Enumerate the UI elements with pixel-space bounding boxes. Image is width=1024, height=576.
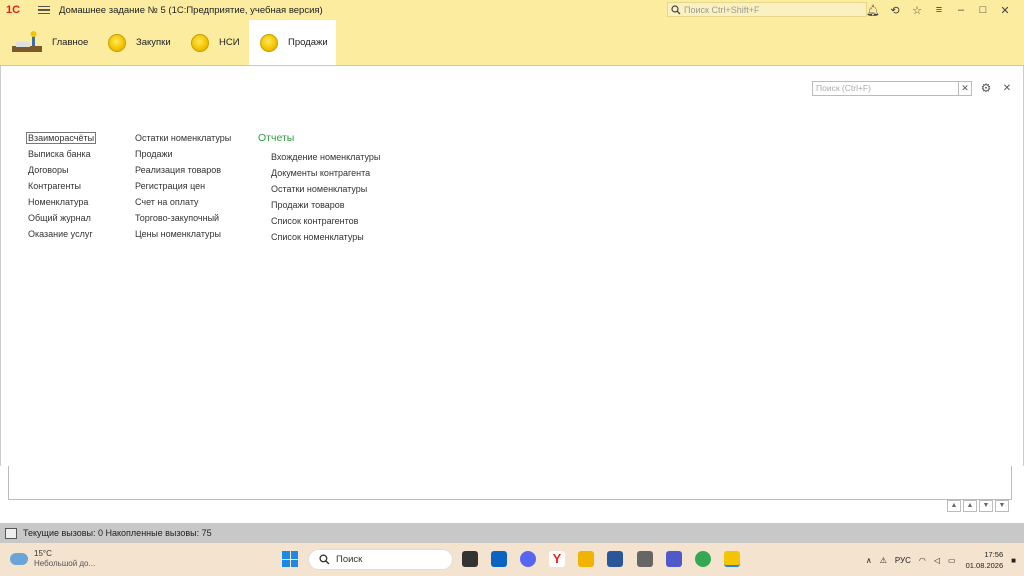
history-icon[interactable]: ⟲ [884, 0, 906, 20]
report-nomenclature-list[interactable]: Список номенклатуры [271, 232, 364, 242]
global-search-placeholder: Поиск Ctrl+Shift+F [684, 4, 760, 15]
messages-area [8, 466, 1012, 500]
volume-icon[interactable]: ◁ [934, 556, 940, 565]
panel-search-input[interactable]: Поиск (Ctrl+F) [812, 81, 959, 96]
word-icon[interactable] [607, 551, 623, 567]
section-nsi[interactable]: НСИ [191, 20, 240, 65]
section-main-label: Главное [52, 37, 89, 48]
link-bank-statement[interactable]: Выписка банка [28, 149, 91, 159]
taskbar-search[interactable]: Поиск [308, 549, 453, 570]
star-icon[interactable]: ☆ [906, 0, 928, 20]
weather-desc: Небольшой до... [34, 559, 96, 568]
yandex-icon[interactable]: Y [549, 551, 565, 567]
panel-close-icon[interactable]: ✕ [1001, 81, 1013, 96]
1c-taskbar-icon[interactable] [724, 551, 740, 567]
link-mutual-settlements[interactable]: Взаиморасчёты [25, 132, 97, 144]
report-stock-balance[interactable]: Остатки номенклатуры [271, 184, 367, 194]
section-nsi-icon [191, 33, 209, 52]
discord-icon[interactable] [520, 551, 536, 567]
first-up-icon[interactable]: ▲ [947, 500, 961, 512]
taskbar-search-label: Поиск [336, 554, 363, 565]
clock-time: 17:56 [984, 550, 1004, 559]
link-sales[interactable]: Продажи [135, 149, 173, 159]
monitor-icon [5, 527, 17, 539]
weather-temp: 15°C [34, 549, 52, 558]
gear-icon[interactable]: ⚙ [979, 81, 993, 96]
window-title: Домашнее задание № 5 (1С:Предприятие, уч… [59, 4, 323, 16]
bell-icon[interactable]: 🔔︎ [862, 0, 884, 20]
notifications-icon[interactable]: ■ [1011, 556, 1016, 565]
section-panel: Главное Закупки НСИ Продажи [0, 20, 1024, 66]
down-icon[interactable]: ▼ [979, 500, 993, 512]
last-down-icon[interactable]: ▼ [995, 500, 1009, 512]
report-counterparty-docs[interactable]: Документы контрагента [271, 168, 370, 178]
global-search-input[interactable]: Поиск Ctrl+Shift+F [667, 2, 867, 17]
start-icon[interactable] [282, 551, 298, 567]
teams-icon[interactable] [666, 551, 682, 567]
close-icon[interactable]: ✕ [994, 0, 1016, 20]
link-counterparties[interactable]: Контрагенты [28, 181, 81, 191]
link-contracts[interactable]: Договоры [28, 165, 68, 175]
section-purchases[interactable]: Закупки [108, 20, 171, 65]
chrome-icon[interactable] [695, 551, 711, 567]
desk-icon [12, 30, 42, 52]
filter-icon[interactable]: ≡ [928, 0, 950, 20]
weather-widget[interactable]: 15°C Небольшой до... [10, 549, 95, 569]
section-main[interactable]: Главное [10, 20, 88, 65]
link-invoice[interactable]: Счет на оплату [135, 197, 199, 207]
link-general-journal[interactable]: Общий журнал [28, 213, 91, 223]
clock-date: 01.08.2026 [965, 561, 1004, 570]
search-icon [319, 554, 330, 565]
language-indicator[interactable]: РУС [895, 556, 911, 565]
status-bar: Текущие вызовы: 0 Накопленные вызовы: 75 [0, 523, 1024, 543]
app-icon[interactable] [637, 551, 653, 567]
search-icon [671, 4, 681, 14]
link-nomenclature-prices[interactable]: Цены номенклатуры [135, 229, 221, 239]
link-stock-balance[interactable]: Остатки номенклатуры [135, 133, 231, 143]
clock[interactable]: 17:56 01.08.2026 [966, 549, 1004, 571]
wifi-icon[interactable]: ◠ [919, 556, 926, 565]
folder-icon[interactable] [578, 551, 594, 567]
chevron-up-icon[interactable]: ∧ [866, 556, 872, 565]
section-sales-icon [260, 33, 278, 52]
report-nomenclature-entry[interactable]: Вхождение номенклатуры [271, 152, 380, 162]
link-nomenclature[interactable]: Номенклатура [28, 197, 88, 207]
outlook-icon[interactable] [491, 551, 507, 567]
section-nsi-label: НСИ [219, 37, 240, 48]
section-sales-label: Продажи [288, 37, 328, 48]
clear-search-button[interactable]: ✕ [958, 81, 972, 96]
report-counterparty-list[interactable]: Список контрагентов [271, 216, 358, 226]
link-price-registration[interactable]: Регистрация цен [135, 181, 205, 191]
reports-heading: Отчеты [258, 132, 295, 144]
task-view-icon[interactable] [462, 551, 478, 567]
function-panel [0, 66, 1024, 466]
report-goods-sales[interactable]: Продажи товаров [271, 200, 345, 210]
link-goods-sales[interactable]: Реализация товаров [135, 165, 221, 175]
link-services[interactable]: Оказание услуг [28, 229, 93, 239]
system-tray: ∧ ⚠ РУС ◠ ◁ ▭ 17:56 01.08.2026 ■ [858, 549, 1016, 571]
section-purchases-label: Закупки [136, 37, 171, 48]
battery-icon[interactable]: ▭ [948, 556, 956, 565]
cloud-icon [10, 553, 28, 565]
section-purchases-icon [108, 33, 126, 52]
app-logo: 1С [6, 4, 21, 16]
status-text: Текущие вызовы: 0 Накопленные вызовы: 75 [23, 528, 212, 538]
section-sales[interactable]: Продажи [249, 20, 336, 65]
link-trade-purchase[interactable]: Торгово-закупочный [135, 213, 219, 223]
restore-icon[interactable]: □ [972, 0, 994, 20]
minimize-icon[interactable]: – [950, 0, 972, 20]
up-icon[interactable]: ▲ [963, 500, 977, 512]
menu-icon[interactable] [38, 3, 50, 17]
network-alert-icon[interactable]: ⚠ [880, 556, 887, 565]
